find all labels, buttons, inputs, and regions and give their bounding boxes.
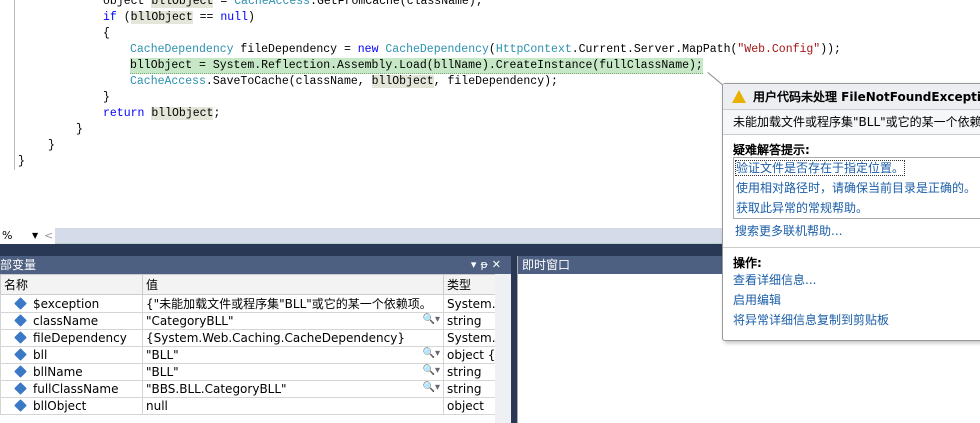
locals-row[interactable]: bll "BLL"🔍▾ object {s — [0, 346, 496, 364]
chevron-down-icon: ▼ — [32, 231, 39, 240]
exception-message: 未能加载文件或程序集"BLL"或它的某一个依赖项 — [723, 110, 980, 135]
copy-exception-link[interactable]: 将异常详细信息复制到剪贴板 — [723, 310, 980, 330]
warning-icon — [732, 90, 746, 103]
code-line-10: } — [48, 139, 55, 152]
locals-row[interactable]: fullClassName "BBS.BLL.CategoryBLL" 🔍▾ st… — [0, 380, 496, 398]
local-name: bllObject — [0, 397, 143, 415]
visualizer-icon[interactable]: 🔍▾ — [423, 365, 440, 376]
tips-list: 验证文件是否存在于指定位置。 使用相对路径时，请确保当前目录是正确的。 获取此异… — [733, 157, 980, 219]
exception-assistant: 用户代码未处理 FileNotFoundException 未能加载文件或程序集… — [722, 83, 980, 341]
local-name: fileDependency — [0, 329, 143, 347]
local-type: object — [443, 397, 496, 415]
code-line-8: return bllObject; — [103, 107, 221, 120]
local-name: bll — [0, 346, 143, 364]
visualizer-icon[interactable]: 🔍▾ — [423, 348, 440, 359]
code-line-2: if (bllObject == null) — [103, 11, 255, 24]
local-value[interactable]: {"未能加载文件或程序集"BLL"或它的某一个依赖项。 — [142, 294, 444, 313]
column-header-type[interactable]: 类型 — [443, 274, 496, 295]
field-icon — [14, 331, 27, 344]
visualizer-icon[interactable]: 🔍▾ — [423, 382, 440, 393]
locals-row[interactable]: className "CategoryBLL" 🔍▾ string — [0, 312, 496, 330]
vertical-scrollbar[interactable] — [495, 274, 511, 423]
local-name: $exception — [0, 294, 143, 313]
local-type: string — [443, 363, 496, 381]
exception-title: 用户代码未处理 FileNotFoundException — [723, 84, 980, 110]
locals-row[interactable]: $exception {"未能加载文件或程序集"BLL"或它的某一个依赖项。 S… — [0, 294, 496, 313]
column-header-value[interactable]: 值 — [142, 274, 444, 295]
tip-link-verify-file[interactable]: 验证文件是否存在于指定位置。 — [734, 158, 980, 178]
outline-margin — [14, 0, 15, 170]
code-line-1: object bllObject = CacheAccess.GetFromCa… — [103, 0, 483, 10]
tip-link-general-help[interactable]: 获取此异常的常规帮助。 — [734, 198, 980, 218]
pin-icon[interactable]: ᵽ — [480, 258, 491, 271]
locals-title: 部变量 — [0, 258, 37, 272]
local-type: object {s — [443, 346, 496, 364]
dropdown-icon[interactable]: ▾ — [471, 258, 481, 271]
enable-editing-link[interactable]: 启用编辑 — [723, 290, 980, 310]
immediate-title: 即时窗口 — [522, 258, 571, 272]
local-value[interactable]: {System.Web.Caching.CacheDependency} — [142, 329, 444, 347]
local-name: bllName — [0, 363, 143, 381]
local-value[interactable]: "BLL" 🔍▾ — [142, 346, 444, 364]
field-icon — [14, 314, 27, 327]
field-icon — [14, 382, 27, 395]
search-online-help-link[interactable]: 搜索更多联机帮助... — [723, 221, 980, 241]
code-line-9: } — [76, 123, 83, 136]
tips-heading: 疑难解答提示: — [733, 143, 810, 157]
current-statement-line: bllObject = System.Reflection.Assembly.L… — [130, 58, 703, 74]
local-type: string — [443, 312, 496, 330]
visualizer-icon[interactable]: 🔍▾ — [423, 314, 440, 325]
field-icon — [14, 296, 27, 310]
local-name: fullClassName — [0, 380, 143, 398]
local-value[interactable]: "CategoryBLL" 🔍▾ — [142, 312, 444, 330]
locals-title-bar: 部变量 ▾ᵽ✕ — [0, 256, 511, 274]
close-icon[interactable]: ✕ — [492, 258, 505, 271]
column-header-name[interactable]: 名称 — [0, 274, 143, 295]
field-icon — [14, 365, 27, 378]
field-icon — [14, 399, 27, 412]
code-line-6: CacheAccess.SaveToCache(className, bllOb… — [130, 75, 558, 88]
local-value[interactable]: null — [142, 397, 444, 415]
local-name: className — [0, 312, 143, 330]
view-detail-link[interactable]: 查看详细信息... — [723, 270, 980, 290]
code-line-11: } — [18, 155, 25, 168]
locals-row[interactable]: fileDependency {System.Web.Caching.Cache… — [0, 329, 496, 347]
code-line-4: CacheDependency fileDependency = new Cac… — [130, 43, 841, 56]
locals-row[interactable]: bllName "BLL" 🔍▾ string — [0, 363, 496, 381]
actions-heading: 操作: — [733, 256, 762, 270]
local-value[interactable]: "BLL" 🔍▾ — [142, 363, 444, 381]
field-icon — [14, 348, 27, 361]
locals-row[interactable]: bllObject null object — [0, 397, 496, 415]
tip-link-relative-path[interactable]: 使用相对路径时，请确保当前目录是正确的。 — [734, 178, 980, 198]
locals-window: 部变量 ▾ᵽ✕ 名称 值 类型 $exception {"未能加载文件或程序集"B… — [0, 256, 511, 423]
local-value[interactable]: "BBS.BLL.CategoryBLL" 🔍▾ — [142, 380, 444, 398]
code-line-7: } — [103, 91, 110, 104]
local-type: string — [443, 380, 496, 398]
locals-table: 名称 值 类型 $exception {"未能加载文件或程序集"BLL"或它的某… — [0, 274, 496, 415]
local-type: System.V — [443, 329, 496, 347]
scroll-left-icon[interactable]: < — [44, 228, 53, 244]
local-type: System.E — [443, 294, 496, 313]
code-line-3: { — [103, 27, 110, 40]
